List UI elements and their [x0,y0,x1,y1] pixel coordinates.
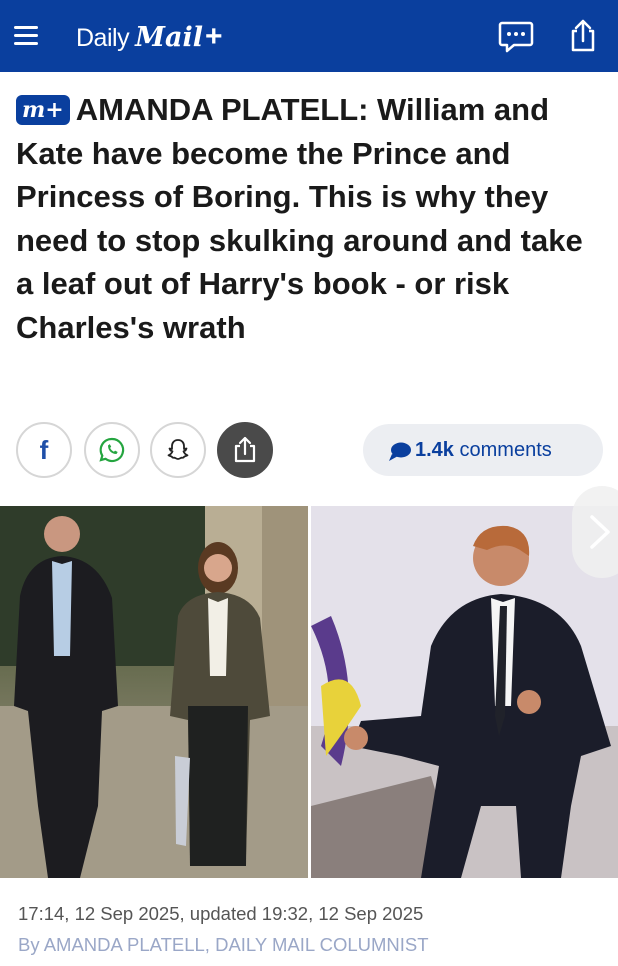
share-article-button[interactable] [217,422,273,478]
top-bar: Daily Mail+ [0,0,618,72]
facebook-icon: f [40,437,49,463]
snapchat-share-button[interactable] [150,422,206,478]
daily-mail-plus-logo[interactable]: Daily Mail+ [76,20,223,54]
comments-label: 1.4k comments [415,439,552,462]
logo-daily-text: Daily [76,24,130,52]
headline-text: AMANDA PLATELL: William and Kate have be… [16,92,583,345]
snapchat-icon [167,439,189,460]
menu-icon[interactable] [14,24,44,48]
article-timestamp: 17:14, 12 Sep 2025, updated 19:32, 12 Se… [18,903,424,924]
svg-text:f: f [40,437,49,463]
byline-prefix: By [18,934,40,955]
comments-word: comments [459,439,552,461]
next-photo-button[interactable] [572,486,618,578]
facebook-share-button[interactable]: f [16,422,72,478]
share-icon[interactable] [565,18,601,54]
article-photo-william-kate[interactable] [0,506,308,878]
article-photo-harry[interactable] [311,506,618,878]
article-headline: m+ AMANDA PLATELL: William and Kate have … [16,88,606,349]
whatsapp-share-button[interactable] [84,422,140,478]
mail-plus-badge: m+ [16,95,70,125]
comments-count: 1.4k [415,439,454,461]
logo-plus-text: + [204,20,223,53]
logo-mail-text: Mail [135,22,203,53]
whatsapp-icon [99,437,125,463]
comments-button[interactable]: 1.4k comments [363,424,603,476]
comments-chat-icon[interactable] [498,18,534,54]
chevron-right-icon [590,515,610,549]
share-icon [234,436,256,463]
article-byline: By AMANDA PLATELL, DAILY MAIL COLUMNIST [18,934,429,956]
author-link[interactable]: AMANDA PLATELL, DAILY MAIL COLUMNIST [44,934,429,955]
comment-bubble-icon [389,442,411,461]
